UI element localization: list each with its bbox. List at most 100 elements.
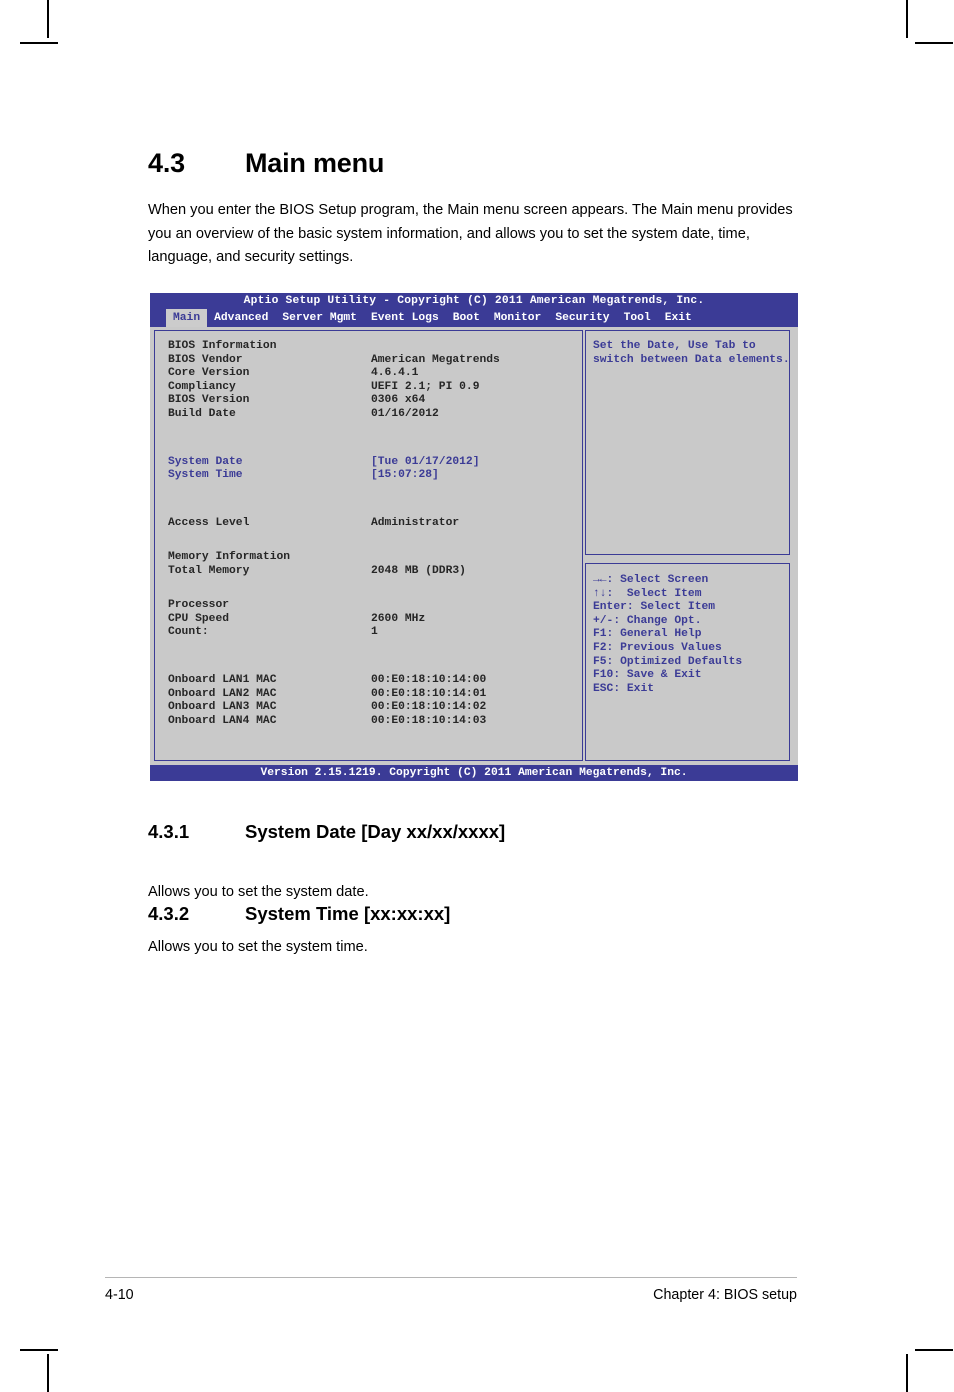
section-number: 4.3 — [148, 148, 185, 178]
navkey-f2-previous-values: F2: Previous Values — [593, 641, 722, 654]
label: Build Date — [168, 407, 236, 420]
value: 2048 MB (DDR3) — [371, 564, 466, 577]
value: American Megatrends — [371, 353, 500, 366]
label: System Date — [168, 455, 243, 468]
document-page: 4.3 Main menu When you enter the BIOS Set… — [0, 0, 954, 1392]
value: Administrator — [371, 517, 460, 530]
label: Processor — [168, 599, 230, 612]
value: 0306 x64 — [371, 394, 426, 407]
bios-help-panel: Set the Date, Use Tab to switch between … — [585, 330, 790, 555]
tab-exit[interactable]: Exit — [658, 309, 699, 327]
crop-mark-bottom-left-horizontal — [20, 1349, 58, 1351]
setting-row-system-time[interactable]: System Time [15:07:28] — [168, 469, 582, 483]
subsection-title: System Date [Day xx/xx/xxxx] — [245, 821, 506, 842]
tab-boot[interactable]: Boot — [446, 309, 487, 327]
crop-mark-top-right-horizontal — [915, 42, 953, 44]
navkey-change-opt: +/-: Change Opt. — [593, 614, 702, 627]
setting-row-onboard-lan4-mac: Onboard LAN4 MAC 00:E0:18:10:14:03 — [168, 715, 582, 729]
tab-monitor[interactable]: Monitor — [487, 309, 548, 327]
navkey-f1-general-help: F1: General Help — [593, 628, 702, 641]
label: Access Level — [168, 517, 250, 530]
setting-row-processor: Processor — [168, 599, 582, 613]
section-heading: 4.3 Main menu — [148, 148, 384, 179]
label: System Time — [168, 469, 243, 482]
label: Onboard LAN1 MAC — [168, 674, 277, 687]
setting-row-onboard-lan1-mac: Onboard LAN1 MAC 00:E0:18:10:14:00 — [168, 674, 582, 688]
crop-mark-top-right-vertical — [906, 0, 908, 38]
setting-row-total-memory: Total Memory 2048 MB (DDR3) — [168, 565, 582, 579]
setting-row-onboard-lan2-mac: Onboard LAN2 MAC 00:E0:18:10:14:01 — [168, 688, 582, 702]
bios-tab-bar[interactable]: Main Advanced Server Mgmt Event Logs Boot Mon… — [150, 309, 798, 327]
label: CPU Speed — [168, 612, 230, 625]
setting-row-access-level: Access Level Administrator — [168, 517, 582, 531]
label: Memory Information — [168, 551, 291, 564]
setting-row-bios-version: BIOS Version 0306 x64 — [168, 394, 582, 408]
value: 00:E0:18:10:14:02 — [371, 701, 487, 714]
tab-tool[interactable]: Tool — [617, 309, 658, 327]
bios-title-bar: Aptio Setup Utility - Copyright (C) 2011… — [150, 293, 798, 309]
section-title: Main menu — [245, 148, 385, 178]
value[interactable]: [15:07:28] — [371, 469, 439, 481]
setting-row-bios-vendor: BIOS Vendor American Megatrends — [168, 354, 582, 368]
label: BIOS Vendor — [168, 353, 243, 366]
label: Core Version — [168, 367, 250, 380]
value: 4.6.4.1 — [371, 367, 419, 380]
tab-security[interactable]: Security — [548, 309, 616, 327]
navkey-enter-select-item: Enter: Select Item — [593, 601, 716, 614]
bios-screenshot: Aptio Setup Utility - Copyright (C) 2011… — [150, 293, 798, 781]
value[interactable]: [Tue 01/17/2012] — [371, 456, 479, 468]
setting-row-count: Count: 1 — [168, 626, 582, 640]
setting-row-cpu-speed: CPU Speed 2600 MHz — [168, 613, 582, 627]
label: Onboard LAN4 MAC — [168, 714, 277, 727]
value: 00:E0:18:10:14:01 — [371, 687, 487, 700]
value: 00:E0:18:10:14:03 — [371, 714, 487, 727]
label: Compliancy — [168, 380, 236, 393]
label: Onboard LAN2 MAC — [168, 687, 277, 700]
bios-navigation-keys-panel: →←: Select Screen ↑↓: Select Item Enter:… — [585, 563, 790, 761]
bios-body: BIOS Information BIOS Vendor American Meg… — [150, 327, 798, 765]
subsection-number: 4.3.1 — [148, 821, 190, 842]
subsection-heading-system-time: 4.3.2 System Time [xx:xx:xx] — [148, 903, 450, 925]
help-text-line-1: Set the Date, Use Tab to — [593, 340, 756, 352]
value: 1 — [371, 626, 378, 639]
subsection-body-system-time: Allows you to set the system time. — [148, 939, 368, 955]
footer-chapter-label: Chapter 4: BIOS setup — [653, 1287, 797, 1303]
bios-version-bar: Version 2.15.1219. Copyright (C) 2011 Am… — [150, 765, 798, 781]
label: BIOS Version — [168, 394, 250, 407]
tab-event-logs[interactable]: Event Logs — [364, 309, 446, 327]
setting-row-build-date: Build Date 01/16/2012 — [168, 408, 582, 422]
value: 01/16/2012 — [371, 407, 439, 420]
setting-row-system-date[interactable]: System Date [Tue 01/17/2012] — [168, 456, 582, 470]
subsection-title: System Time [xx:xx:xx] — [245, 903, 451, 924]
label: BIOS Information — [168, 340, 277, 352]
tab-main[interactable]: Main — [166, 309, 208, 327]
navkey-select-item: ↑↓: Select Item — [593, 587, 702, 600]
label: Total Memory — [168, 564, 250, 577]
tab-advanced[interactable]: Advanced — [207, 309, 275, 327]
navkey-esc-exit: ESC: Exit — [593, 682, 655, 695]
footer-divider — [105, 1277, 797, 1278]
navkey-f5-optimized-defaults: F5: Optimized Defaults — [593, 655, 743, 668]
subsection-body-system-date: Allows you to set the system date. — [148, 884, 369, 900]
value: UEFI 2.1; PI 0.9 — [371, 380, 480, 393]
help-text-line-2: switch between Data elements. — [593, 353, 790, 366]
setting-row-bios-information: BIOS Information — [168, 340, 582, 354]
footer-page-number: 4-10 — [105, 1287, 134, 1303]
crop-mark-bottom-right-vertical — [906, 1354, 908, 1392]
tab-server-mgmt[interactable]: Server Mgmt — [275, 309, 364, 327]
section-intro-paragraph: When you enter the BIOS Setup program, t… — [148, 202, 793, 265]
navkey-select-screen: →←: Select Screen — [593, 574, 709, 586]
value: 2600 MHz — [371, 612, 426, 625]
subsection-heading-system-date: 4.3.1 System Date [Day xx/xx/xxxx] — [148, 821, 505, 843]
